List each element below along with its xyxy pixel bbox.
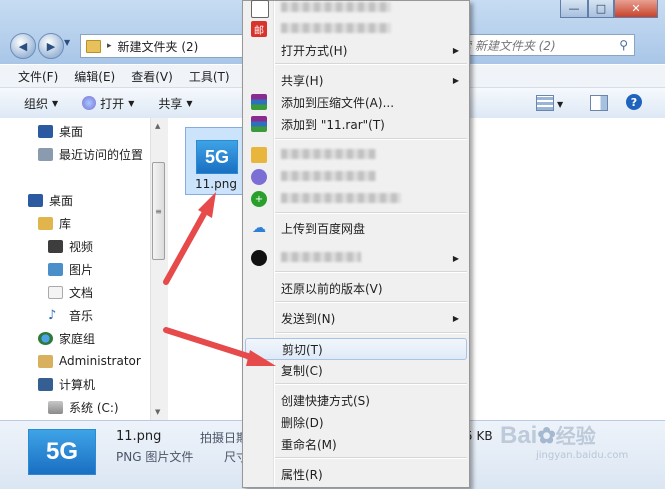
arrow-head [246, 350, 276, 366]
annotation-arrows [163, 192, 276, 366]
watermark: Bai✿经验 [500, 420, 596, 450]
watermark-brand2: 经验 [555, 426, 596, 448]
watermark-url: jingyan.baidu.com [536, 450, 629, 461]
arrow-shaft [163, 327, 257, 361]
watermark-brand: Bai [500, 422, 538, 449]
arrow-to-copy [163, 327, 276, 366]
paw-icon: ✿ [537, 423, 556, 448]
arrow-shaft [163, 209, 208, 285]
arrow-to-file [163, 192, 216, 285]
